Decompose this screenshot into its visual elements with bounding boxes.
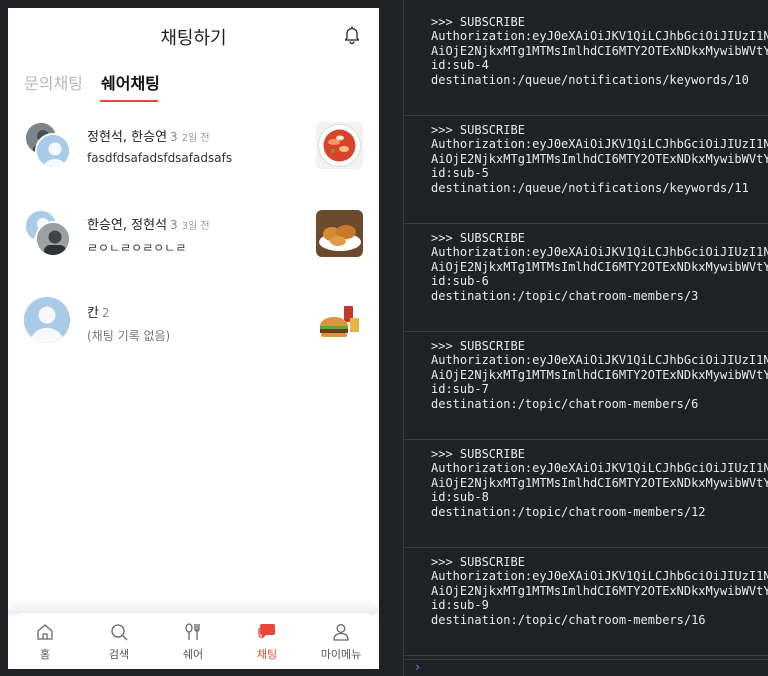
chat-summary: 칸2 (채팅 기록 없음): [87, 302, 307, 344]
chat-list: 정현석, 한승연32일 전 fasdfdsafadsfdsafadsafs: [8, 116, 379, 380]
log-text: >>> SUBSCRIBE Authorization:eyJ0eXAiOiJKV…: [431, 339, 768, 411]
fried-chicken-image: [316, 210, 363, 257]
avatar-group: [24, 121, 74, 171]
nav-share[interactable]: 쉐어: [156, 613, 230, 669]
active-tab-indicator: [100, 100, 158, 102]
console-log-entry: >>> SUBSCRIBE Authorization:eyJ0eXAiOiJKV…: [404, 8, 768, 116]
console-log-entry: >>> SUBSCRIBE Authorization:eyJ0eXAiOiJKV…: [404, 332, 768, 440]
member-count: 2: [101, 306, 110, 320]
avatar: [24, 297, 70, 343]
console-log-entry: >>> SUBSCRIBE Authorization:eyJ0eXAiOiJKV…: [404, 440, 768, 548]
last-message: ㄹㅇㄴㄹㅇㄹㅇㄴㄹ: [87, 241, 187, 255]
last-message: fasdfdsafadsfdsafadsafs: [87, 151, 233, 165]
nav-my-menu-label: 마이메뉴: [320, 648, 362, 661]
avatar: [35, 133, 71, 169]
avatar: [35, 221, 71, 257]
chat-room-item[interactable]: 칸2 (채팅 기록 없음): [8, 292, 379, 380]
tteokbokki-image: [316, 122, 363, 169]
console-input-prompt[interactable]: ›: [414, 660, 421, 674]
search-icon: [111, 624, 128, 641]
console-divider: [404, 659, 768, 660]
log-text: >>> SUBSCRIBE Authorization:eyJ0eXAiOiJKV…: [431, 231, 768, 303]
log-text: >>> SUBSCRIBE Authorization:eyJ0eXAiOiJKV…: [431, 15, 768, 87]
chat-summary: 정현석, 한승연 3 2일 전 fasdfdsafadsfdsafadsafs: [87, 126, 307, 165]
user-icon: [333, 624, 349, 641]
chat-room-item[interactable]: 한승연, 정현석 3 3일 전 ㄹㅇㄴㄹㅇㄹㅇㄴㄹ: [8, 204, 379, 292]
app-header: 채팅하기: [8, 8, 379, 60]
chat-time: 2일 전: [181, 133, 210, 144]
log-text: >>> SUBSCRIBE Authorization:eyJ0eXAiOiJKV…: [431, 555, 768, 627]
member-count: 3: [170, 218, 178, 232]
nav-home[interactable]: 홈: [8, 613, 82, 669]
chat-room-item[interactable]: 정현석, 한승연 3 2일 전 fasdfdsafadsfdsafadsafs: [8, 116, 379, 204]
last-message: (채팅 기록 없음): [87, 329, 171, 343]
member-count: 3: [170, 130, 178, 144]
bell-icon[interactable]: [343, 25, 361, 45]
tab-inquiry-chat[interactable]: 문의채팅: [24, 70, 83, 94]
console-log-entry: >>> SUBSCRIBE Authorization:eyJ0eXAiOiJKV…: [404, 548, 768, 656]
page-title: 채팅하기: [160, 28, 227, 49]
chat-time: 3일 전: [181, 221, 210, 232]
burger-set-image: [316, 298, 363, 345]
nav-home-label: 홈: [39, 648, 51, 661]
chat-app-screen: 채팅하기 문의채팅 쉐어채팅 정현석, 한승연 3 2일 전 fasdfdsaf…: [8, 8, 379, 669]
nav-my-menu[interactable]: 마이메뉴: [304, 613, 378, 669]
chat-icon: [258, 624, 275, 639]
nav-search[interactable]: 검색: [82, 613, 156, 669]
chat-participants: 한승연, 정현석: [87, 218, 168, 233]
nav-share-label: 쉐어: [182, 648, 204, 661]
chat-participants: 칸: [87, 306, 99, 321]
nav-chat-label: 채팅: [256, 648, 278, 661]
avatar-group: [24, 209, 74, 259]
utensils-icon: [185, 623, 200, 640]
chat-participants: 정현석, 한승연: [87, 130, 168, 145]
devtools-console: >>> SUBSCRIBE Authorization:eyJ0eXAiOiJKV…: [403, 0, 768, 676]
home-icon: [37, 624, 53, 640]
bottom-navigation: 홈 검색 쉐어 채팅 마이메뉴: [8, 612, 379, 669]
console-log-entry: >>> SUBSCRIBE Authorization:eyJ0eXAiOiJKV…: [404, 116, 768, 224]
avatar-group: [24, 297, 74, 347]
tab-share-chat[interactable]: 쉐어채팅: [101, 70, 160, 94]
console-log-entry: >>> SUBSCRIBE Authorization:eyJ0eXAiOiJKV…: [404, 224, 768, 332]
nav-chat[interactable]: 채팅: [230, 613, 304, 669]
chat-summary: 한승연, 정현석 3 3일 전 ㄹㅇㄴㄹㅇㄹㅇㄴㄹ: [87, 214, 307, 256]
nav-search-label: 검색: [108, 648, 130, 661]
log-text: >>> SUBSCRIBE Authorization:eyJ0eXAiOiJKV…: [431, 447, 768, 519]
log-text: >>> SUBSCRIBE Authorization:eyJ0eXAiOiJKV…: [431, 123, 768, 195]
